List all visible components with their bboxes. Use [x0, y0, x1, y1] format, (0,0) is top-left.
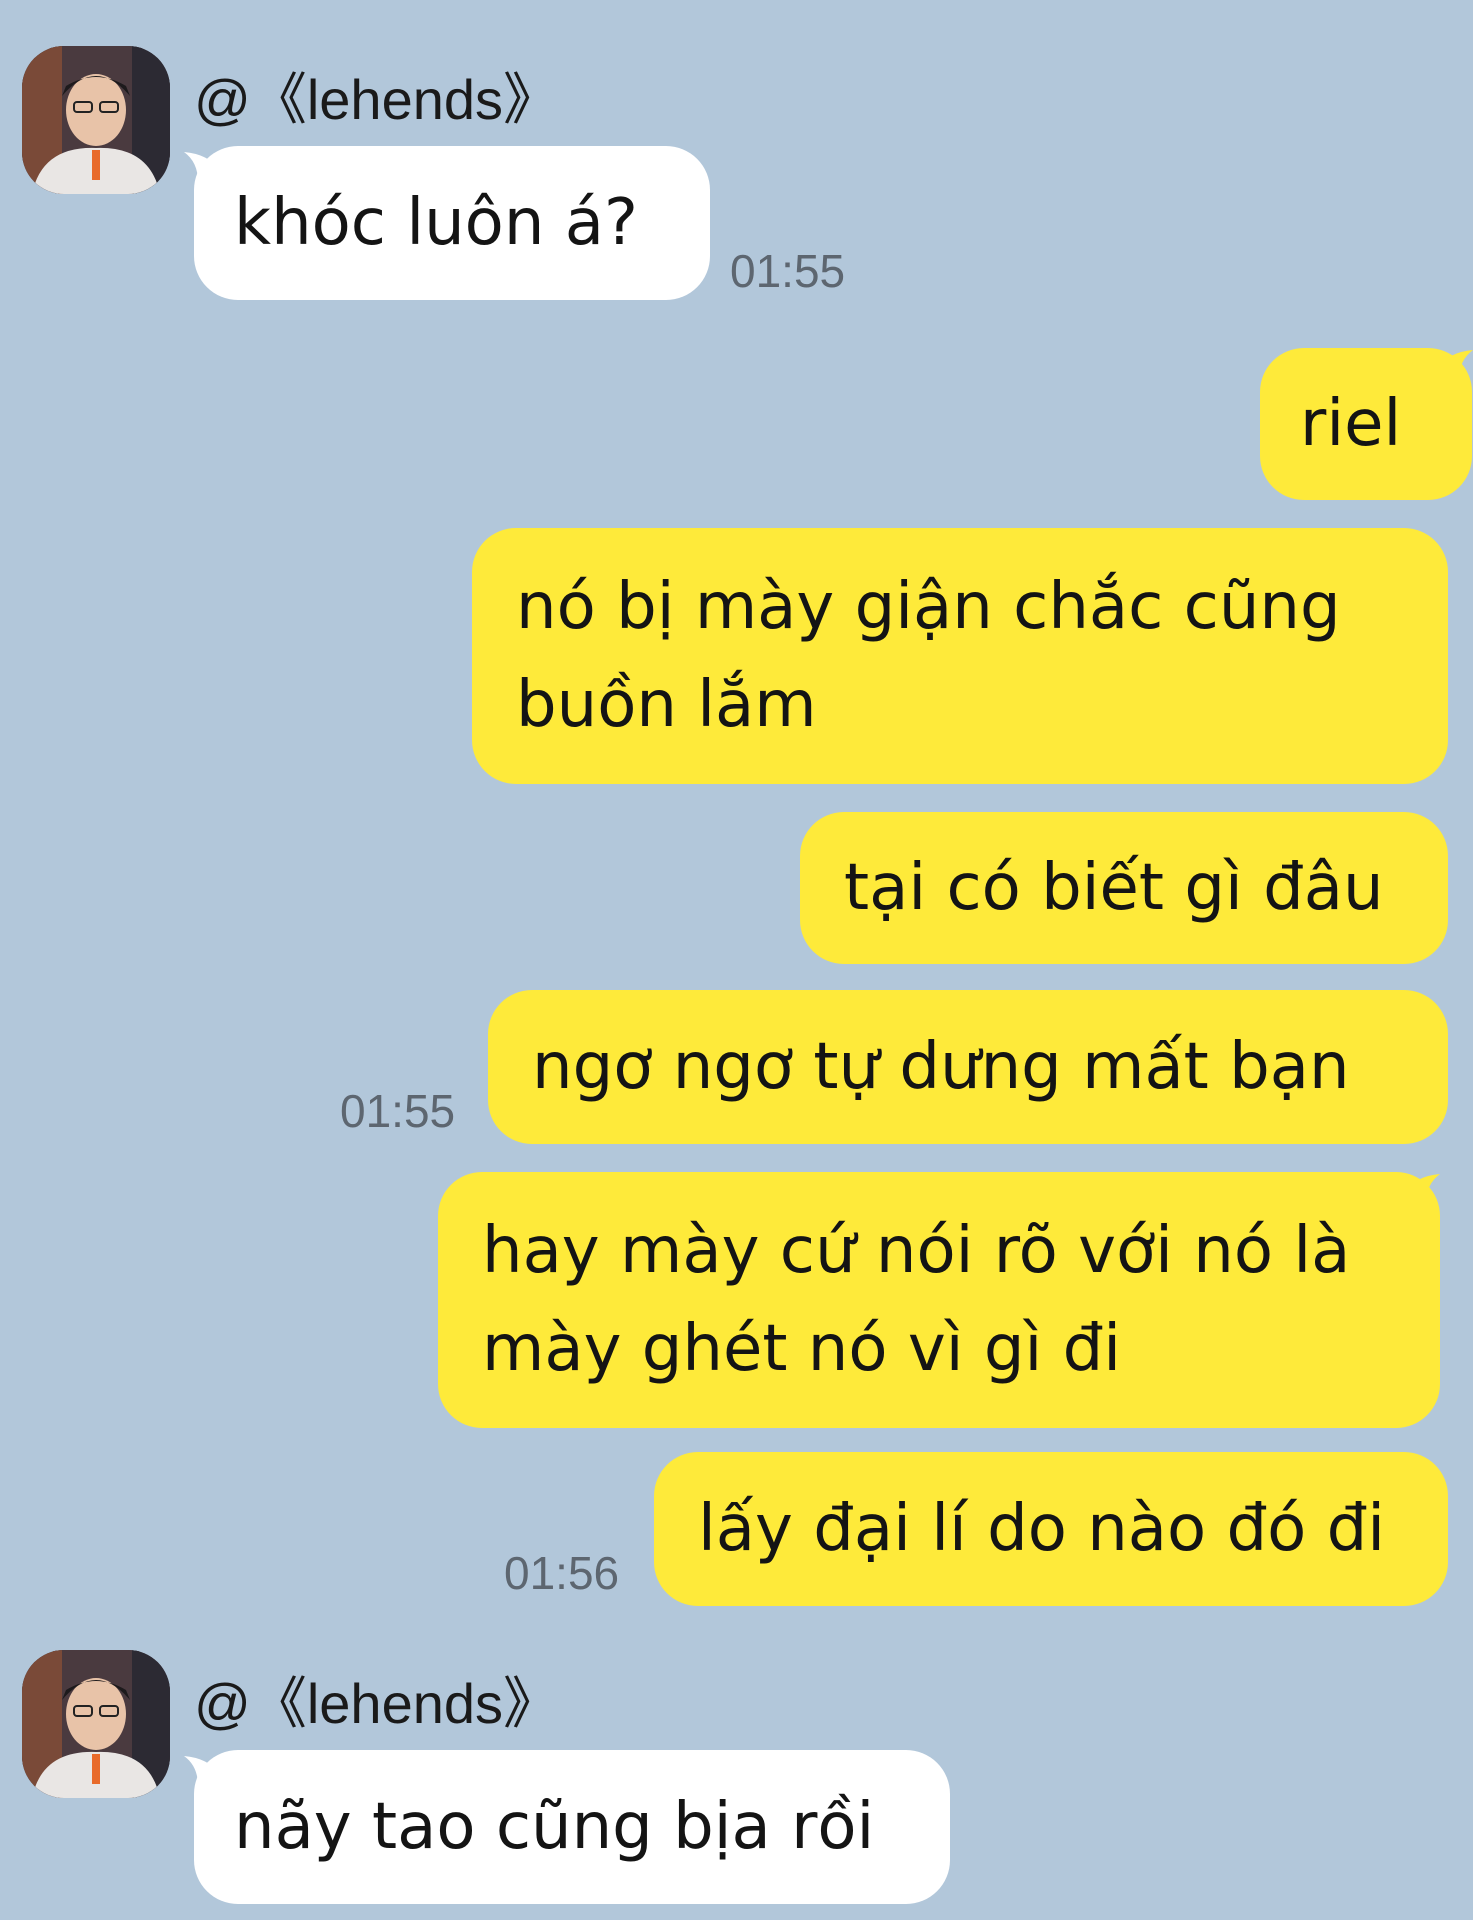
outgoing-message-bubble[interactable]: tại có biết gì đâu [800, 812, 1448, 964]
outgoing-message-bubble[interactable]: ngơ ngơ tự dưng mất bạn [488, 990, 1448, 1144]
message-timestamp: 01:55 [730, 245, 846, 297]
outgoing-message-bubble[interactable]: lấy đại lí do nào đó đi [654, 1452, 1448, 1606]
bubble-tail [1404, 1174, 1440, 1204]
sender-name[interactable]: @《lehends》 [194, 72, 559, 128]
sender-avatar[interactable] [22, 46, 170, 194]
incoming-message-bubble[interactable]: nãy tao cũng bịa rồi [194, 1750, 950, 1904]
bubble-tail [1437, 350, 1473, 380]
message-timestamp: 01:56 [504, 1547, 620, 1599]
message-timestamp: 01:55 [340, 1085, 456, 1137]
chat-screen: { "colors": { "background": "#b2c7da", "… [0, 0, 1473, 1920]
outgoing-message-bubble[interactable]: nó bị mày giận chắc cũng buồn lắm [472, 528, 1448, 784]
user-avatar-icon [22, 46, 170, 194]
incoming-message-bubble[interactable]: khóc luôn á? [194, 146, 710, 300]
user-avatar-icon [22, 1650, 170, 1798]
sender-name[interactable]: @《lehends》 [194, 1676, 559, 1732]
outgoing-message-bubble[interactable]: hay mày cứ nói rõ với nó là mày ghét nó … [438, 1172, 1440, 1428]
sender-avatar[interactable] [22, 1650, 170, 1798]
